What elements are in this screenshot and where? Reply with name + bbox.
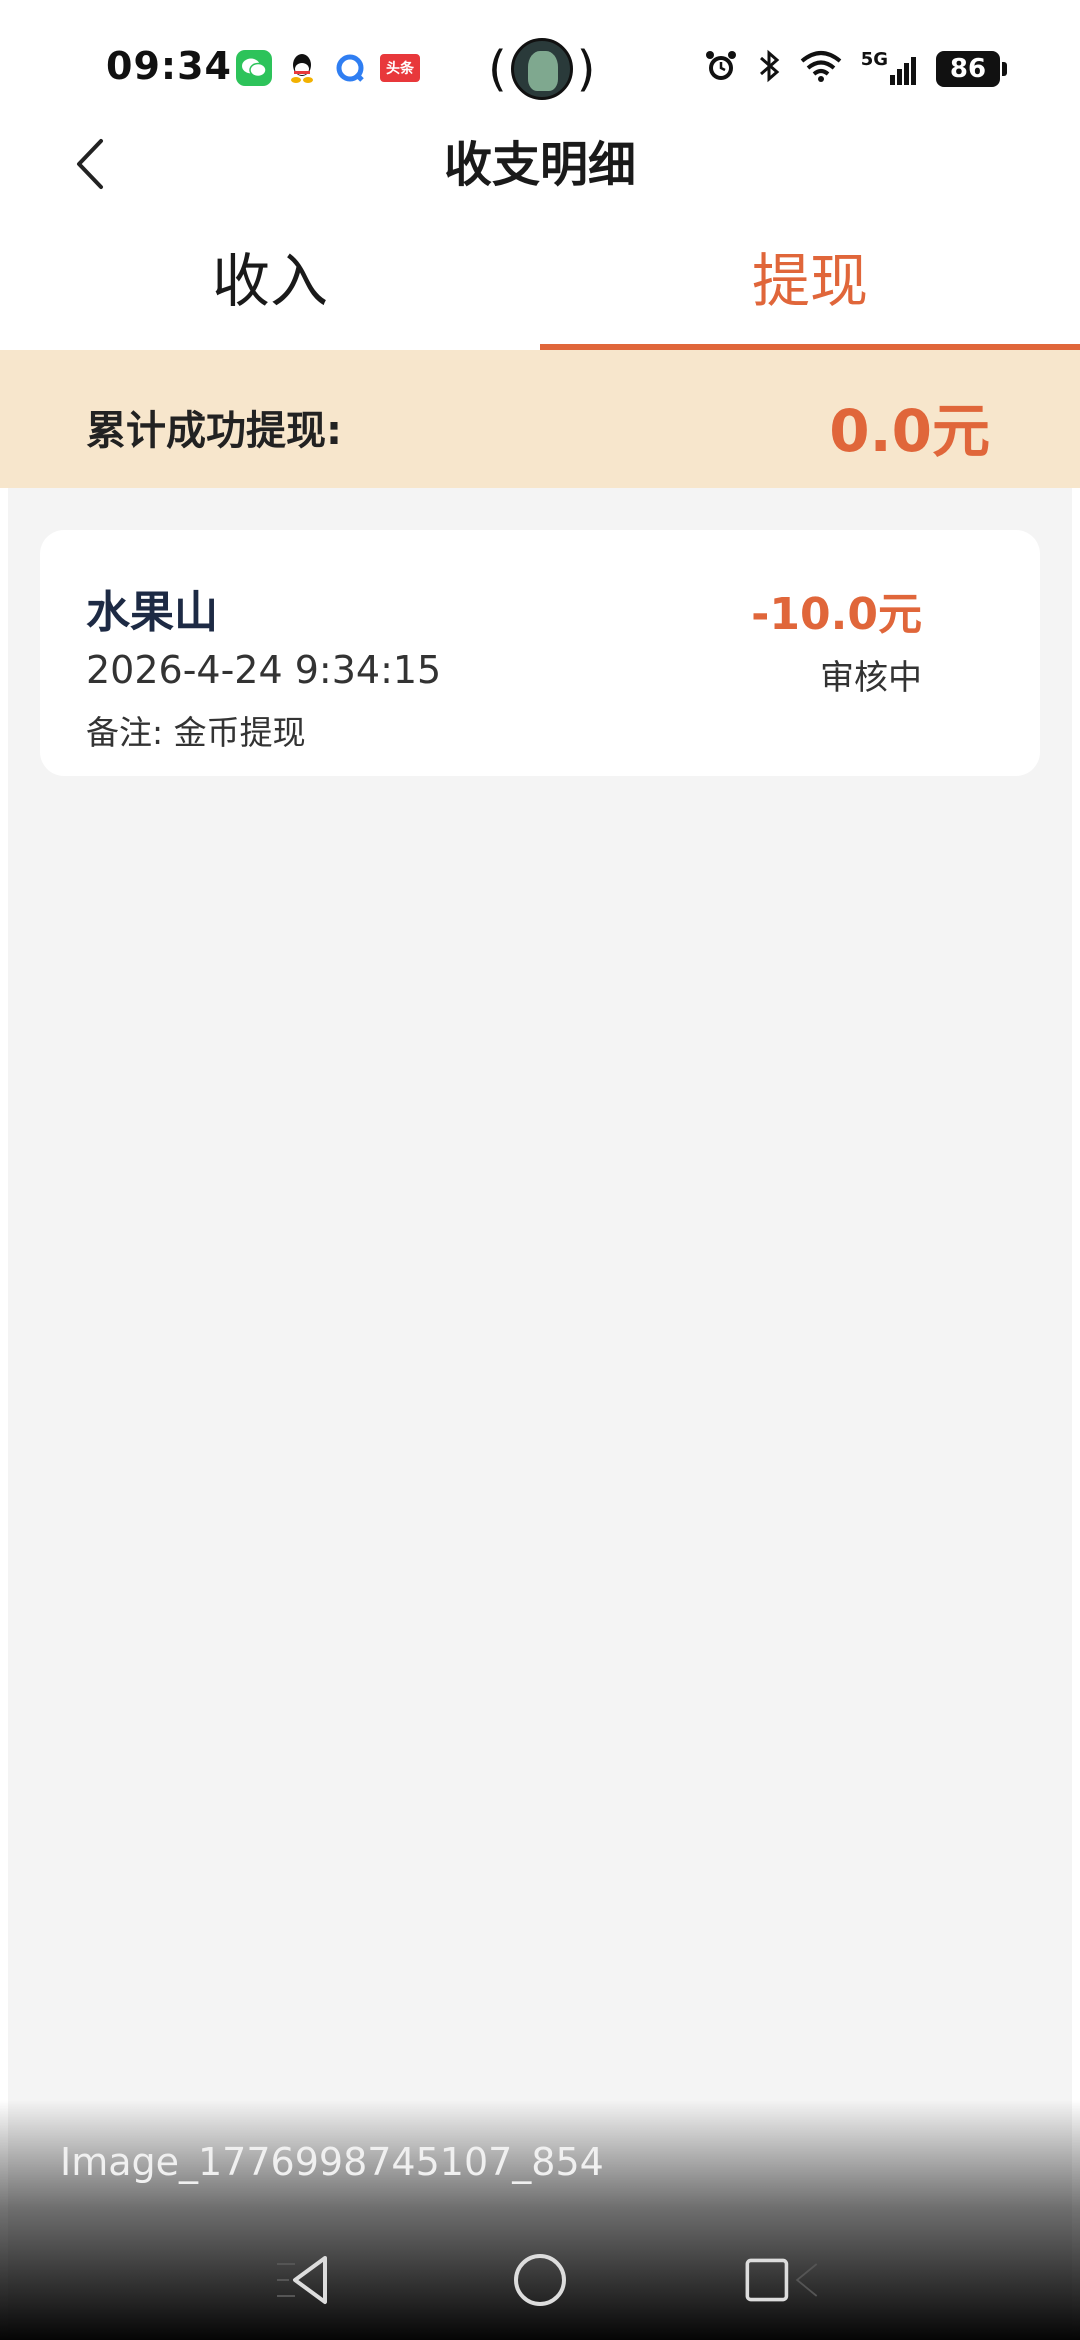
watermark-text: Image_1776998745107_854 [60, 2140, 604, 2184]
summary-value: 0.0元 [829, 397, 990, 465]
paren-left-icon: ( [488, 41, 507, 97]
tab-income[interactable]: 收入 [0, 220, 540, 350]
system-icons: 5G 86 [703, 48, 1007, 90]
notification-icons: 头条 [236, 50, 420, 86]
toutiao-icon: 头条 [380, 54, 420, 82]
list-item[interactable]: 水果山 2026-4-24 9:34:15 备注: 金币提现 -10.0元 审核… [40, 530, 1040, 776]
app-header: 收支明细 [0, 110, 1080, 220]
circle-home-icon [514, 2254, 566, 2306]
nav-recents-button[interactable] [742, 2240, 822, 2320]
bluetooth-icon [757, 48, 781, 90]
status-time: 09:34 [106, 44, 232, 88]
square-recents-icon [745, 2258, 818, 2302]
paren-right-icon: ) [576, 41, 596, 97]
qq-icon [284, 50, 320, 86]
network-type: 5G [860, 49, 888, 70]
record-name: 水果山 [86, 587, 218, 638]
record-time: 2026-4-24 9:34:15 [86, 648, 442, 692]
call-indicator: ( ) [488, 34, 595, 104]
avatar [510, 38, 573, 100]
tab-withdraw[interactable]: 提现 [540, 220, 1080, 350]
nav-back-button[interactable] [268, 2240, 348, 2320]
record-note: 备注: 金币提现 [86, 713, 306, 752]
cellular-signal-icon: 5G [861, 51, 918, 87]
browser-icon [332, 50, 368, 86]
triangle-back-icon [277, 2256, 327, 2304]
record-amount: -10.0元 [751, 589, 922, 640]
page-title: 收支明细 [443, 137, 636, 193]
summary-label: 累计成功提现: [86, 408, 342, 454]
wifi-icon [799, 49, 843, 89]
record-status: 审核中 [820, 658, 922, 698]
status-bar: 09:34 头条 ( ) 5G 86 [0, 0, 1080, 120]
withdraw-summary: 累计成功提现: 0.0元 [0, 350, 1080, 488]
alarm-icon [703, 48, 739, 90]
nav-home-button[interactable] [500, 2240, 580, 2320]
battery-indicator: 86 [936, 51, 1007, 87]
system-nav-bar [0, 2220, 1080, 2340]
wechat-icon [236, 50, 272, 86]
tab-bar: 收入 提现 [0, 220, 1080, 350]
